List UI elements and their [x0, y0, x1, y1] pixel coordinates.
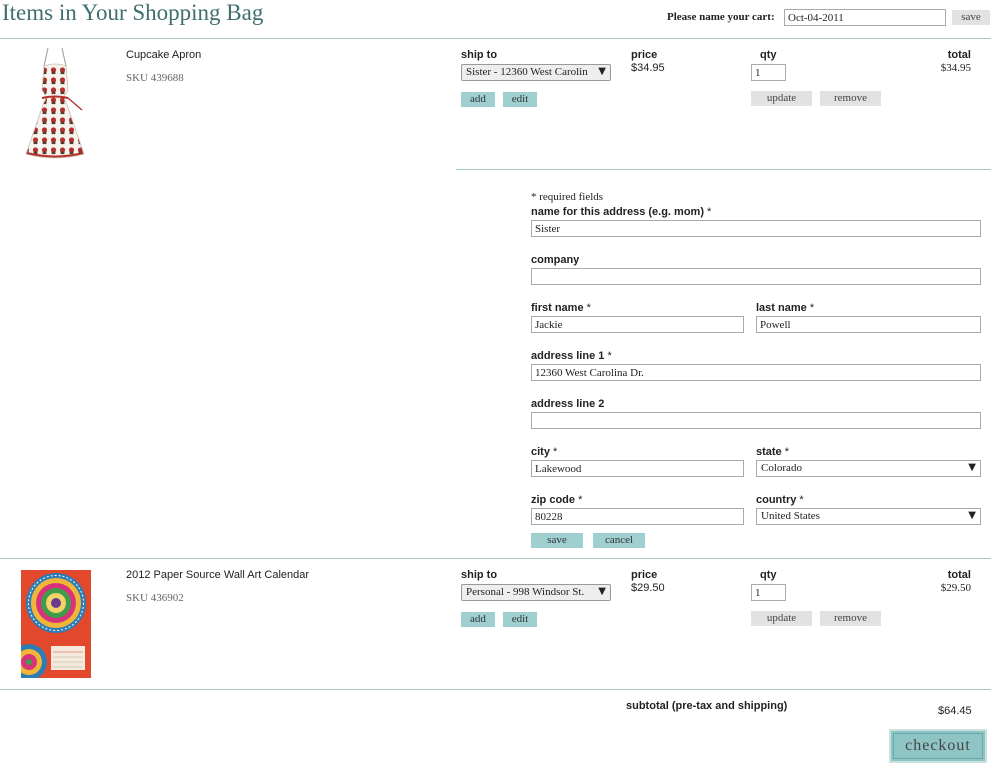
required-star: *: [707, 206, 712, 218]
item-name[interactable]: 2012 Paper Source Wall Art Calendar: [126, 569, 309, 581]
ship-to-select[interactable]: Personal - 998 Windsor St. ▼: [461, 584, 611, 601]
add-address-button[interactable]: add: [461, 92, 495, 107]
ship-to-select[interactable]: Sister - 12360 West Carolin ▼: [461, 64, 611, 81]
item-price: $29.50: [631, 582, 665, 594]
item-price: $34.95: [631, 62, 665, 74]
item-sku: SKU 436902: [126, 592, 184, 604]
first-name-label: first name *: [531, 302, 591, 314]
dropdown-arrow-icon: ▼: [598, 66, 606, 77]
ship-to-header: ship to: [461, 569, 498, 581]
edit-address-button[interactable]: edit: [503, 92, 537, 107]
country-label: country *: [756, 494, 804, 506]
first-name-input[interactable]: [531, 316, 744, 333]
last-name-label: last name *: [756, 302, 814, 314]
cancel-address-button[interactable]: cancel: [593, 533, 645, 548]
price-header: price: [631, 49, 658, 61]
update-button[interactable]: update: [751, 611, 812, 626]
last-name-input[interactable]: [756, 316, 981, 333]
item-sku: SKU 439688: [126, 72, 184, 84]
address-line-1-input[interactable]: [531, 364, 981, 381]
cart-name-input[interactable]: [784, 9, 946, 26]
state-label-text: state: [756, 446, 782, 458]
dropdown-arrow-icon: ▼: [598, 586, 606, 597]
last-name-label-text: last name: [756, 302, 807, 314]
country-selected-value: United States: [761, 510, 820, 522]
city-label-text: city: [531, 446, 550, 458]
price-header: price: [631, 569, 658, 581]
address-line-1-label-text: address line 1: [531, 350, 605, 362]
dropdown-arrow-icon: ▼: [968, 462, 976, 473]
address-line-1-label: address line 1 *: [531, 350, 612, 362]
wall-art-calendar-image[interactable]: [11, 570, 91, 680]
remove-button[interactable]: remove: [820, 91, 881, 106]
required-star: *: [586, 302, 591, 314]
checkout-button[interactable]: checkout: [889, 729, 987, 763]
ship-to-selected-value: Personal - 998 Windsor St.: [466, 586, 585, 598]
qty-input[interactable]: [751, 584, 786, 601]
item-total: $29.50: [940, 582, 971, 594]
divider: [0, 689, 991, 690]
add-address-button[interactable]: add: [461, 612, 495, 627]
country-select[interactable]: United States ▼: [756, 508, 981, 525]
item-name[interactable]: Cupcake Apron: [126, 49, 201, 61]
required-star: *: [607, 350, 612, 362]
required-star: *: [784, 446, 790, 458]
qty-header: qty: [760, 49, 777, 61]
address-name-input[interactable]: [531, 220, 981, 237]
edit-address-button[interactable]: edit: [503, 612, 537, 627]
required-star: *: [799, 494, 804, 506]
cupcake-apron-image[interactable]: [22, 46, 90, 160]
state-selected-value: Colorado: [761, 462, 802, 474]
divider: [456, 169, 991, 170]
state-label: state *: [756, 446, 789, 458]
qty-input[interactable]: [751, 64, 786, 81]
city-input[interactable]: [531, 460, 744, 477]
zip-code-label: zip code *: [531, 494, 582, 506]
subtotal-label: subtotal (pre-tax and shipping): [626, 700, 788, 712]
save-address-button[interactable]: save: [531, 533, 583, 548]
required-star: *: [578, 494, 583, 506]
first-name-label-text: first name: [531, 302, 584, 314]
company-input[interactable]: [531, 268, 981, 285]
cart-name-save-button[interactable]: save: [952, 10, 990, 25]
divider: [0, 38, 991, 39]
qty-header: qty: [760, 569, 777, 581]
total-header: total: [947, 569, 971, 581]
address-line-2-label: address line 2: [531, 398, 605, 410]
total-header: total: [947, 49, 971, 61]
dropdown-arrow-icon: ▼: [968, 510, 976, 521]
required-star: *: [553, 446, 558, 458]
item-total: $34.95: [940, 62, 971, 74]
address-name-label: name for this address (e.g. mom) *: [531, 206, 711, 218]
state-select[interactable]: Colorado ▼: [756, 460, 981, 477]
country-label-text: country: [756, 494, 797, 506]
company-label: company: [531, 254, 580, 266]
ship-to-header: ship to: [461, 49, 498, 61]
subtotal-value: $64.45: [938, 705, 972, 717]
address-name-label-text: name for this address (e.g. mom): [531, 206, 704, 218]
zip-code-label-text: zip code: [531, 494, 576, 506]
required-fields-note: * required fields: [531, 191, 604, 203]
cart-name-label: Please name your cart:: [667, 11, 775, 23]
ship-to-selected-value: Sister - 12360 West Carolin: [466, 66, 588, 78]
page-title: Items in Your Shopping Bag: [2, 0, 264, 25]
address-line-2-input[interactable]: [531, 412, 981, 429]
divider: [0, 558, 991, 559]
remove-button[interactable]: remove: [820, 611, 881, 626]
update-button[interactable]: update: [751, 91, 812, 106]
city-label: city *: [531, 446, 557, 458]
required-star: *: [809, 302, 815, 314]
zip-code-input[interactable]: [531, 508, 744, 525]
